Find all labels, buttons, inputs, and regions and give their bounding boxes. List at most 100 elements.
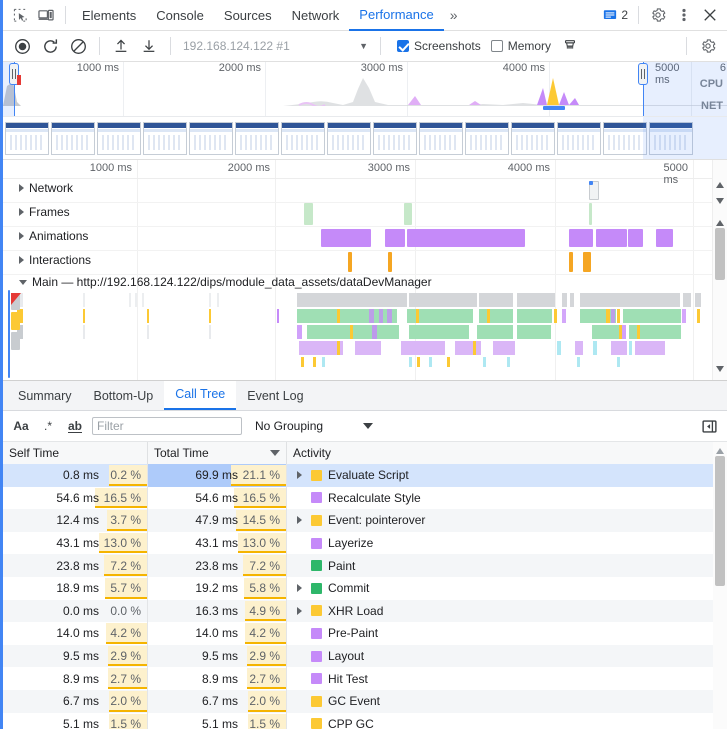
animation-bar[interactable] <box>596 229 627 247</box>
call-tree-panel[interactable]: Self Time Total Time Activity 0.8 ms 0.2 … <box>3 442 727 729</box>
frame-bar[interactable] <box>589 203 592 225</box>
track-animations[interactable]: Animations <box>3 226 713 251</box>
clear-recording-button[interactable] <box>65 34 91 58</box>
filmstrip-frame[interactable] <box>327 121 371 155</box>
filmstrip-frame[interactable] <box>465 121 509 155</box>
filmstrip-frame[interactable] <box>97 121 141 155</box>
table-row[interactable]: 5.1 ms 1.5 % 5.1 ms 1.5 % CPP GC <box>3 712 713 729</box>
animation-bar[interactable] <box>321 229 371 247</box>
animation-bar[interactable] <box>385 229 405 247</box>
track-interactions[interactable]: Interactions <box>3 250 713 275</box>
frame-bar[interactable] <box>404 203 412 225</box>
whole-word-button[interactable]: ab <box>65 416 85 436</box>
animation-bar[interactable] <box>569 229 593 247</box>
filmstrip-frame[interactable] <box>511 121 555 155</box>
filmstrip-frame[interactable] <box>557 121 601 155</box>
reload-and-record-button[interactable] <box>37 34 63 58</box>
column-header-self-time[interactable]: Self Time <box>3 442 148 464</box>
call-tree-scrollbar[interactable] <box>713 442 727 729</box>
tab-performance[interactable]: Performance <box>349 0 444 31</box>
filmstrip-frame[interactable] <box>281 121 325 155</box>
chevron-down-icon[interactable]: ▼ <box>333 41 368 51</box>
track-frames[interactable]: Frames <box>3 202 713 227</box>
expand-arrow-icon[interactable] <box>293 606 305 615</box>
scroll-down-button[interactable] <box>713 194 727 208</box>
tab-elements[interactable]: Elements <box>72 1 146 30</box>
scroll-up-button[interactable] <box>713 178 727 192</box>
table-row[interactable]: 23.8 ms 7.2 % 23.8 ms 7.2 % Paint <box>3 554 713 577</box>
table-row[interactable]: 14.0 ms 4.2 % 14.0 ms 4.2 % Pre-Paint <box>3 622 713 645</box>
filmstrip-frame[interactable] <box>235 121 279 155</box>
track-interactions-header[interactable]: Interactions <box>19 253 91 267</box>
scroll-down-button-2[interactable] <box>713 362 727 376</box>
collect-garbage-icon[interactable] <box>557 34 583 58</box>
memory-checkbox-box[interactable] <box>490 40 503 52</box>
timeline-scroll-thumb[interactable] <box>715 228 725 280</box>
chevron-right-icon[interactable] <box>19 256 24 264</box>
filmstrip-frame[interactable] <box>51 121 95 155</box>
track-network-header[interactable]: Network <box>19 181 73 195</box>
chevron-right-icon[interactable] <box>19 232 24 240</box>
tab-call-tree[interactable]: Call Tree <box>164 380 237 410</box>
capture-settings-icon[interactable] <box>695 34 721 58</box>
animation-bar[interactable] <box>628 229 643 247</box>
track-main-header[interactable]: Main — http://192.168.124.122/dips/modul… <box>3 274 713 292</box>
overview-right-handle[interactable] <box>638 63 648 85</box>
filmstrip-frame[interactable] <box>419 121 463 155</box>
more-tabs-icon[interactable]: » <box>444 7 464 23</box>
screenshots-checkbox[interactable]: Screenshots <box>397 39 481 53</box>
close-devtools-icon[interactable] <box>697 2 723 28</box>
chevron-down-icon[interactable] <box>19 279 27 285</box>
filmstrip-frame[interactable] <box>373 121 417 155</box>
recording-selector[interactable]: 192.168.124.122 #1 ▼ <box>179 35 372 57</box>
messages-button[interactable]: 2 <box>603 8 628 22</box>
save-profile-button[interactable] <box>136 34 162 58</box>
table-row[interactable]: 43.1 ms 13.0 % 43.1 ms 13.0 % Layerize <box>3 531 713 555</box>
column-header-total-time[interactable]: Total Time <box>148 442 287 464</box>
filmstrip-frame[interactable] <box>189 121 233 155</box>
tree-scroll-thumb[interactable] <box>715 456 725 586</box>
show-sidebar-icon[interactable] <box>699 416 719 436</box>
grouping-select[interactable]: No Grouping <box>255 419 374 433</box>
regex-button[interactable]: .* <box>38 416 58 436</box>
match-case-button[interactable]: Aa <box>11 416 31 436</box>
table-row[interactable]: 0.0 ms 0.0 % 16.3 ms 4.9 % XHR Load <box>3 599 713 623</box>
expand-arrow-icon[interactable] <box>293 471 305 480</box>
track-animations-header[interactable]: Animations <box>19 229 88 243</box>
filter-input[interactable] <box>92 417 242 435</box>
column-header-activity[interactable]: Activity <box>287 442 727 464</box>
device-toolbar-icon[interactable] <box>33 2 59 28</box>
tab-network[interactable]: Network <box>282 1 350 30</box>
interaction-bar[interactable] <box>388 252 392 272</box>
timeline-tracks[interactable]: 1000 ms 2000 ms 3000 ms 4000 ms 5000 ms … <box>3 160 727 381</box>
track-frames-header[interactable]: Frames <box>19 205 70 219</box>
expand-arrow-icon[interactable] <box>293 516 305 525</box>
expand-arrow-icon[interactable] <box>293 584 305 593</box>
animation-bar[interactable] <box>407 229 525 247</box>
animation-bar[interactable] <box>656 229 673 247</box>
timeline-overview[interactable]: 1000 ms 2000 ms 3000 ms 4000 ms 5000 ms … <box>3 62 727 117</box>
chevron-right-icon[interactable] <box>19 208 24 216</box>
frame-bar[interactable] <box>304 203 313 225</box>
filmstrip-frame[interactable] <box>603 121 647 155</box>
interaction-bar[interactable] <box>583 252 591 272</box>
tab-sources[interactable]: Sources <box>214 1 282 30</box>
interaction-bar[interactable] <box>569 252 573 272</box>
table-row[interactable]: 18.9 ms 5.7 % 19.2 ms 5.8 % Commit <box>3 576 713 600</box>
table-row[interactable]: 8.9 ms 2.7 % 8.9 ms 2.7 % Hit Test <box>3 667 713 690</box>
track-network[interactable]: Network <box>3 178 713 203</box>
more-options-icon[interactable] <box>671 2 697 28</box>
filmstrip-frame[interactable] <box>5 121 49 155</box>
load-profile-button[interactable] <box>108 34 134 58</box>
tab-event-log[interactable]: Event Log <box>236 382 314 410</box>
filmstrip[interactable] <box>3 117 727 160</box>
table-row[interactable]: 9.5 ms 2.9 % 9.5 ms 2.9 % Layout <box>3 644 713 668</box>
table-row[interactable]: 54.6 ms 16.5 % 54.6 ms 16.5 % Recalculate St… <box>3 486 713 510</box>
main-flame-chart[interactable] <box>17 293 713 380</box>
table-row[interactable]: 6.7 ms 2.0 % 6.7 ms 2.0 % GC Event <box>3 689 713 713</box>
chevron-down-icon[interactable] <box>363 423 374 429</box>
tab-bottom-up[interactable]: Bottom-Up <box>82 382 164 410</box>
settings-gear-icon[interactable] <box>645 2 671 28</box>
screenshots-checkbox-box[interactable] <box>397 40 409 52</box>
memory-checkbox[interactable]: Memory <box>490 39 551 53</box>
